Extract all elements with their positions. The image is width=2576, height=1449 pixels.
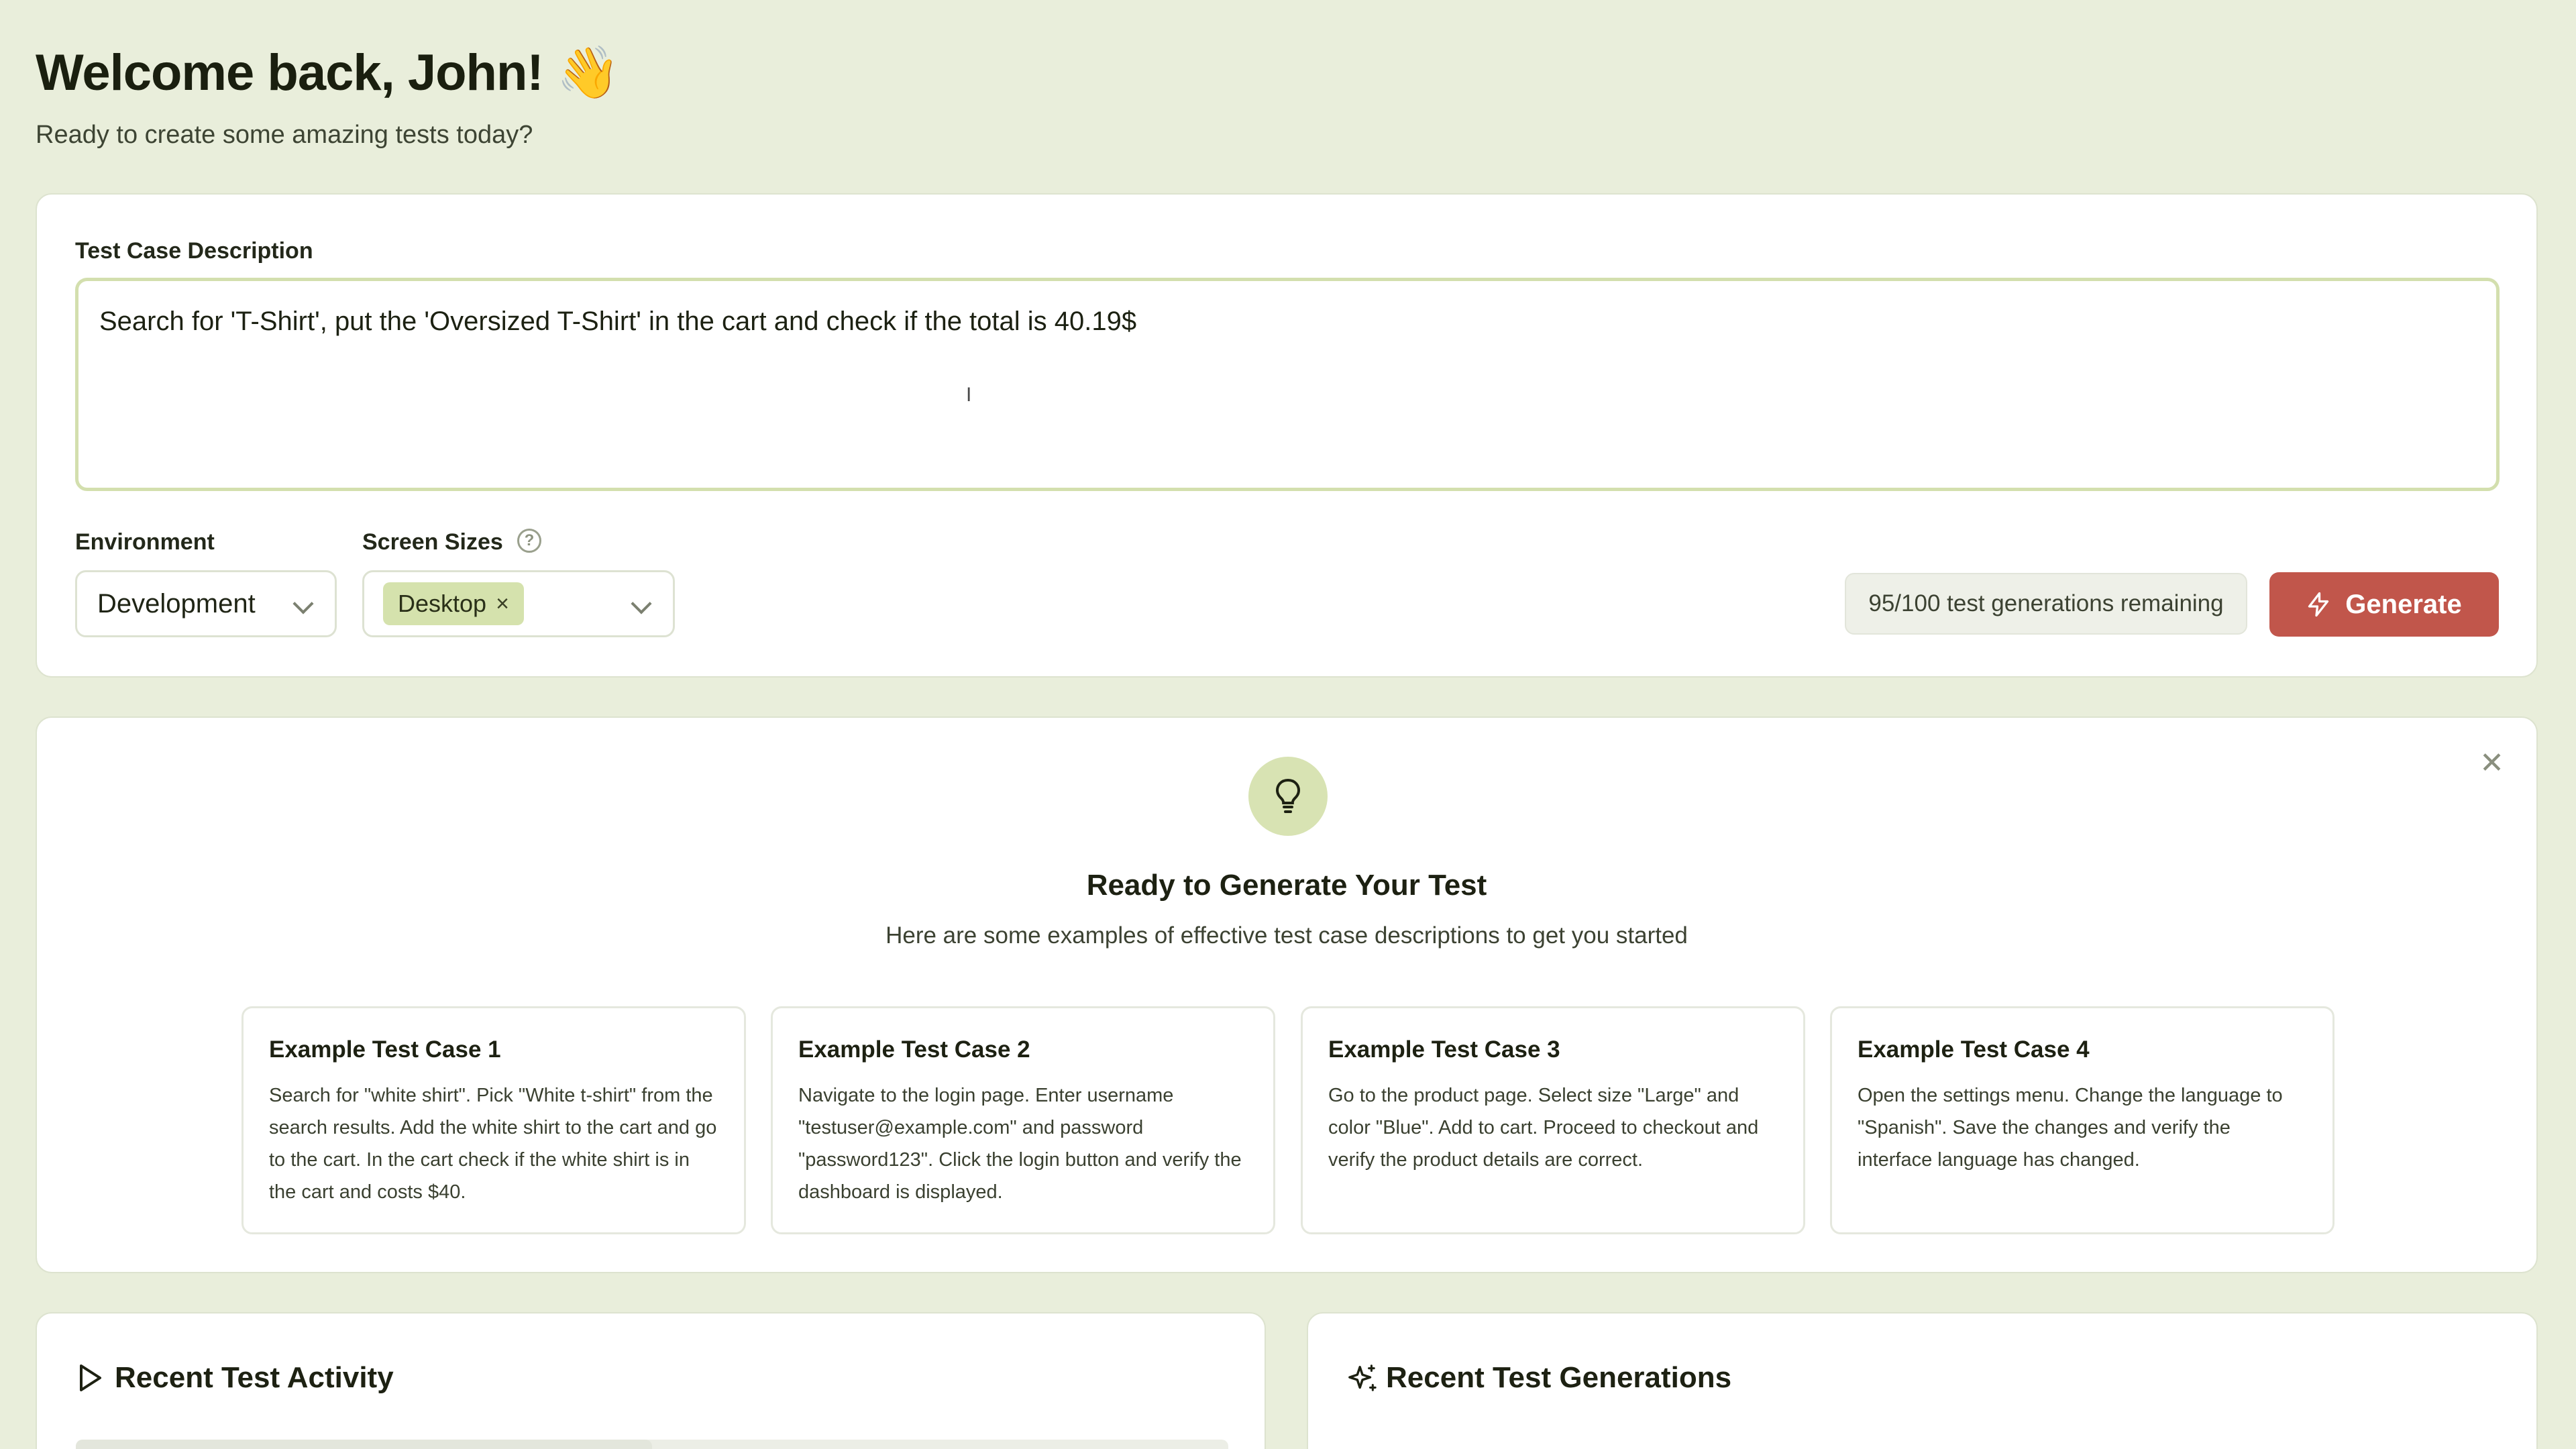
example-title: Example Test Case 3 xyxy=(1328,1036,1560,1063)
tips-title: Ready to Generate Your Test xyxy=(1086,869,1487,902)
lightbulb-badge xyxy=(1248,757,1328,836)
activity-tabs-strip xyxy=(76,1440,1228,1449)
example-card-4[interactable]: Example Test Case 4 Open the settings me… xyxy=(1830,1006,2334,1234)
description-textarea[interactable] xyxy=(75,278,2500,491)
generations-remaining-badge: 95/100 test generations remaining xyxy=(1845,573,2247,635)
chevron-down-icon xyxy=(631,593,652,614)
generate-button[interactable]: Generate xyxy=(2269,572,2499,637)
generate-button-label: Generate xyxy=(2345,589,2462,619)
close-icon[interactable]: ✕ xyxy=(2479,749,2504,778)
tips-subtitle: Here are some examples of effective test… xyxy=(885,922,1688,949)
screen-sizes-select[interactable]: Desktop × xyxy=(362,570,675,637)
recent-generations-card: Recent Test Generations xyxy=(1307,1312,2538,1449)
welcome-title: Welcome back, John! 👋 xyxy=(36,44,620,101)
sparkles-icon xyxy=(1348,1364,1377,1391)
tips-card: ✕ Ready to Generate Your Test Here are s… xyxy=(36,716,2538,1273)
example-card-3[interactable]: Example Test Case 3 Go to the product pa… xyxy=(1301,1006,1805,1234)
example-title: Example Test Case 4 xyxy=(1858,1036,2090,1063)
environment-value: Development xyxy=(97,588,256,619)
chip-remove-icon[interactable]: × xyxy=(496,591,509,617)
lightning-icon xyxy=(2308,592,2329,617)
chevron-down-icon xyxy=(292,593,314,614)
example-text: Open the settings menu. Change the langu… xyxy=(1858,1085,2283,1171)
example-title: Example Test Case 1 xyxy=(269,1036,501,1063)
recent-generations-title: Recent Test Generations xyxy=(1386,1361,1732,1394)
help-icon[interactable]: ? xyxy=(517,529,541,553)
recent-activity-card: Recent Test Activity xyxy=(36,1312,1266,1449)
environment-select[interactable]: Development xyxy=(75,570,337,637)
example-text: Navigate to the login page. Enter userna… xyxy=(798,1085,1242,1203)
screen-sizes-label: Screen Sizes xyxy=(362,529,503,555)
text-cursor-icon: I xyxy=(966,384,972,406)
environment-label: Environment xyxy=(75,529,215,555)
description-label: Test Case Description xyxy=(75,238,313,264)
example-card-1[interactable]: Example Test Case 1 Search for "white sh… xyxy=(241,1006,746,1234)
screen-size-chip-label: Desktop xyxy=(398,590,487,617)
test-form-card: Test Case Description I Environment Deve… xyxy=(36,193,2538,678)
play-icon xyxy=(80,1364,101,1391)
example-title: Example Test Case 2 xyxy=(798,1036,1030,1063)
recent-activity-title: Recent Test Activity xyxy=(115,1361,394,1394)
activity-tab-active[interactable] xyxy=(76,1440,652,1449)
screen-size-chip: Desktop × xyxy=(383,582,524,625)
example-text: Search for "white shirt". Pick "White t-… xyxy=(269,1085,717,1203)
welcome-subtitle: Ready to create some amazing tests today… xyxy=(36,121,533,149)
example-card-2[interactable]: Example Test Case 2 Navigate to the logi… xyxy=(771,1006,1275,1234)
lightbulb-icon xyxy=(1275,778,1301,813)
example-text: Go to the product page. Select size "Lar… xyxy=(1328,1085,1759,1171)
